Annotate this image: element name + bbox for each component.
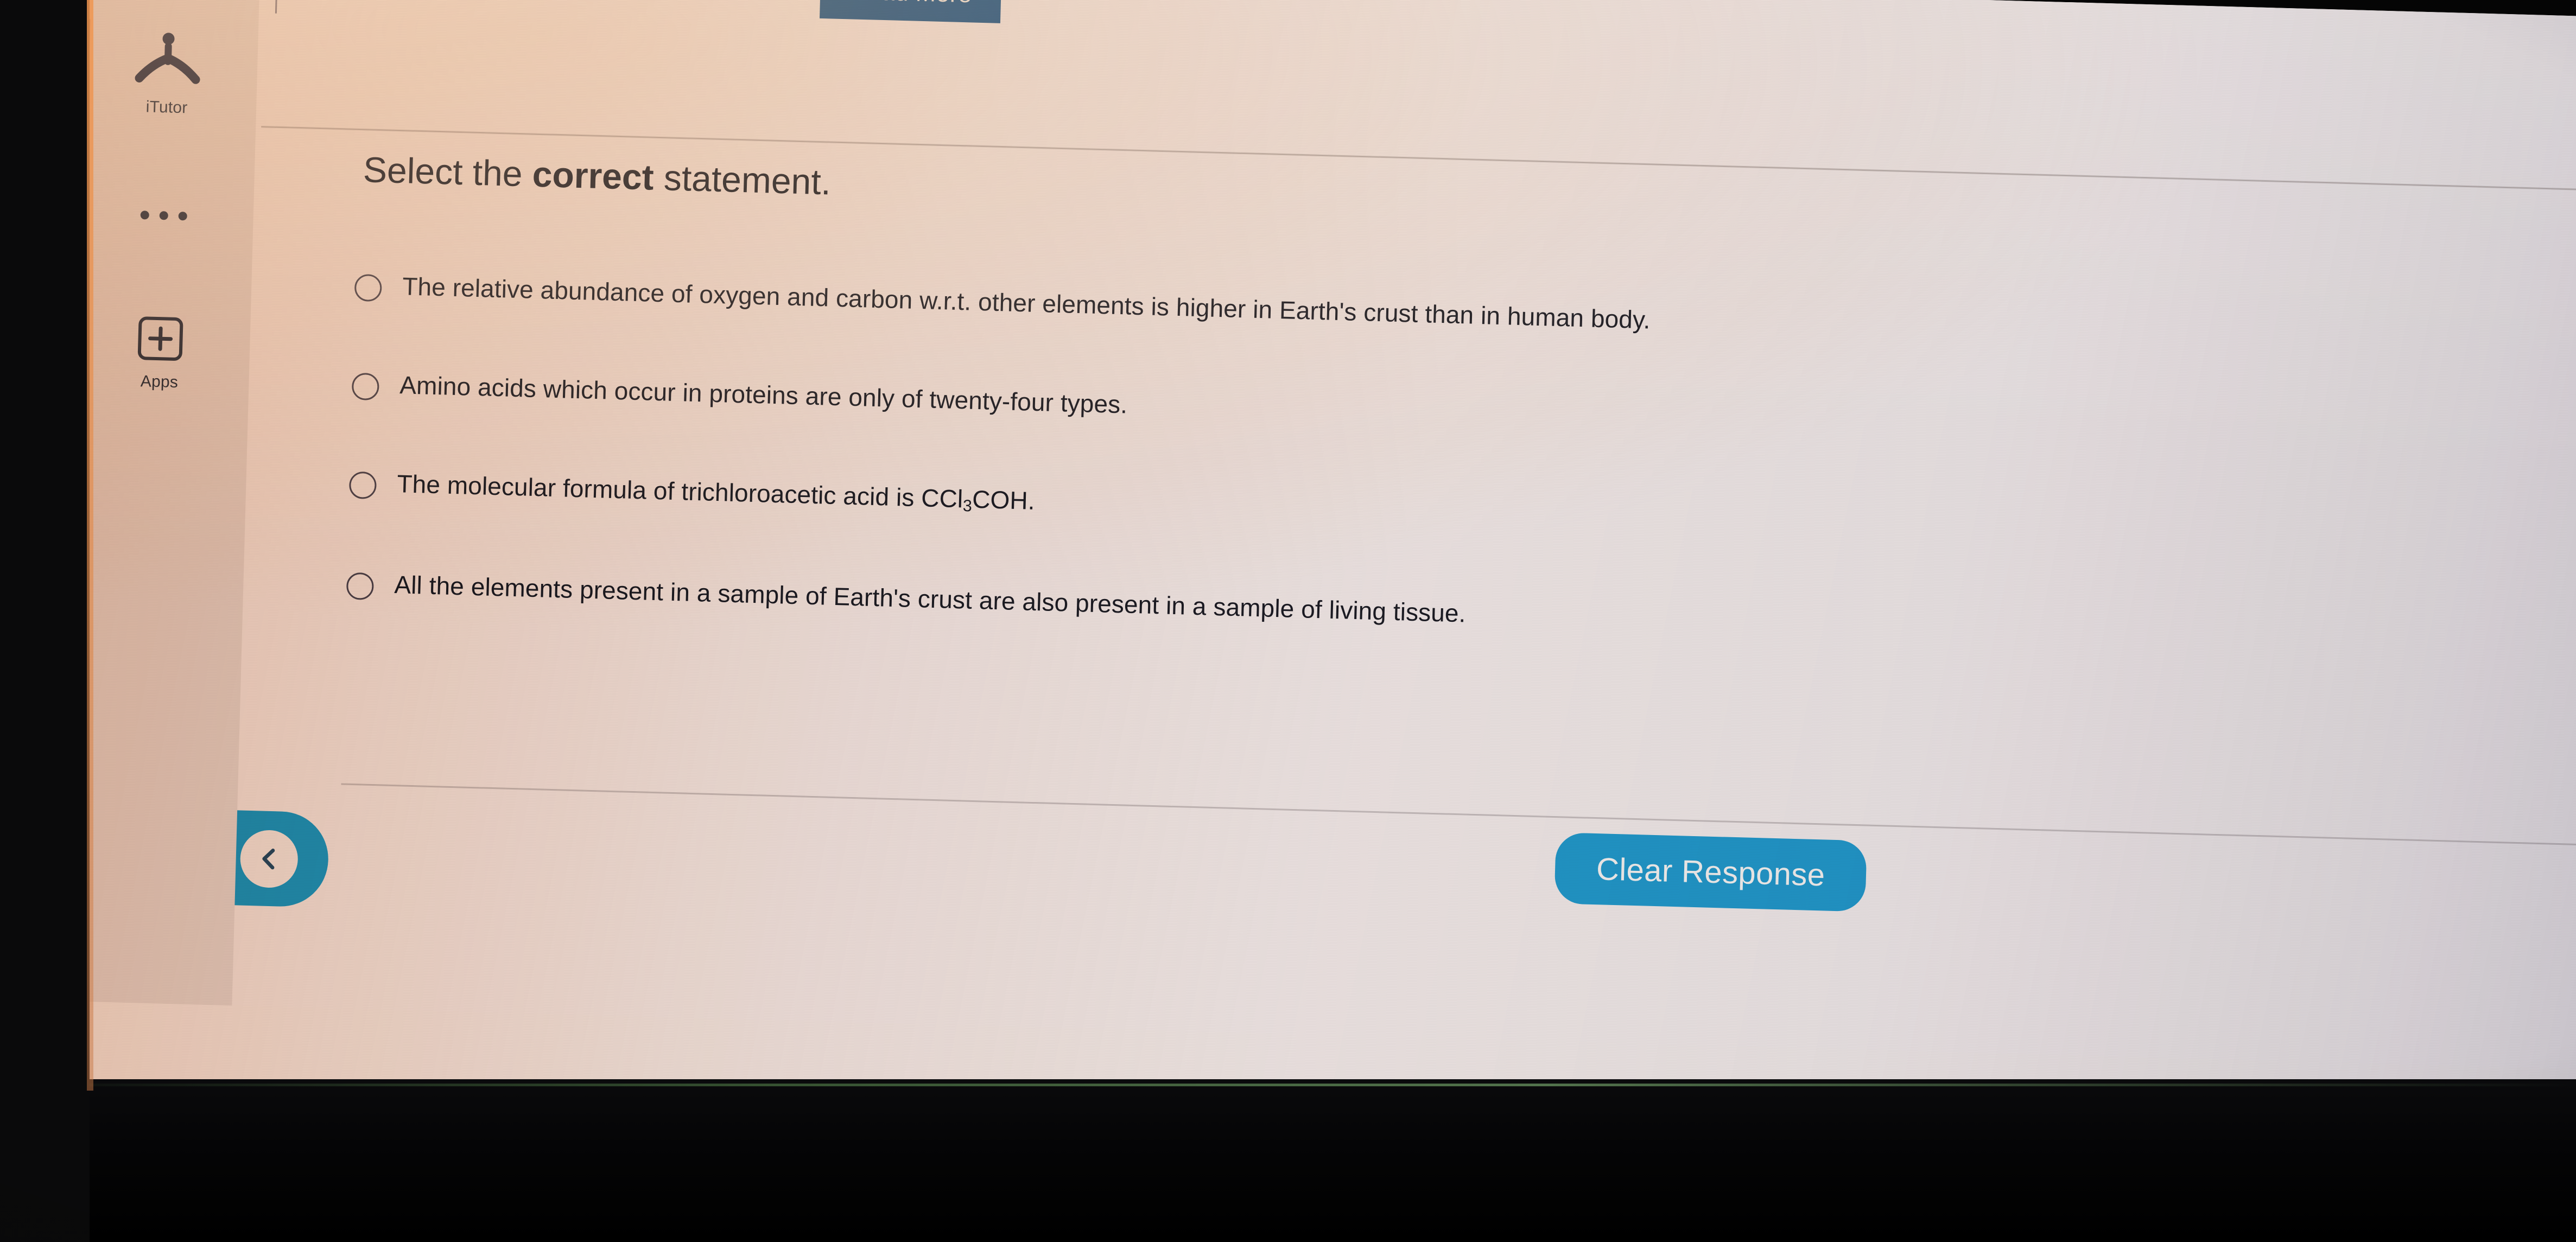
dot bbox=[159, 211, 168, 220]
option-3-formula-subscript: 3 bbox=[962, 497, 973, 515]
question-content-panel: questions. Each question has 4 choices (… bbox=[55, 0, 2576, 1070]
option-label-1: The relative abundance of oxygen and car… bbox=[402, 272, 1651, 334]
option-label-2: Amino acids which occur in proteins are … bbox=[399, 371, 1128, 419]
radio-button-option-3[interactable] bbox=[348, 471, 377, 500]
dot bbox=[140, 211, 149, 220]
option-row-2[interactable]: Amino acids which occur in proteins are … bbox=[351, 367, 2576, 461]
option-row-1[interactable]: The relative abundance of oxygen and car… bbox=[354, 268, 2576, 362]
question-title-suffix: statement. bbox=[653, 157, 832, 202]
left-bezel bbox=[0, 0, 90, 1242]
itutor-icon bbox=[135, 33, 200, 84]
answer-options-list: The relative abundance of oxygen and car… bbox=[344, 268, 2576, 725]
more-options-icon[interactable] bbox=[140, 211, 187, 221]
read-more-button[interactable]: Read More bbox=[820, 0, 1003, 23]
option-label-4: All the elements present in a sample of … bbox=[394, 570, 1467, 628]
bottom-bezel bbox=[0, 1079, 2576, 1242]
question-title-emphasis: correct bbox=[531, 154, 655, 198]
chevron-left-icon bbox=[239, 829, 299, 888]
footer-divider bbox=[341, 783, 2576, 847]
question-title-prefix: Select the bbox=[363, 149, 533, 194]
laptop-screen-photo: OneDrive iTutor Ap bbox=[0, 0, 2576, 1242]
radio-button-option-2[interactable] bbox=[351, 372, 380, 401]
quiz-application: OneDrive iTutor Ap bbox=[49, 0, 2576, 1216]
dot bbox=[178, 212, 187, 221]
option-3-formula-post: COH. bbox=[972, 485, 1036, 515]
radio-button-option-1[interactable] bbox=[354, 273, 382, 302]
sidebar-item-itutor-label: iTutor bbox=[145, 98, 188, 117]
option-label-3: The molecular formula of trichloroacetic… bbox=[397, 467, 1036, 519]
option-row-4[interactable]: All the elements present in a sample of … bbox=[346, 566, 2576, 660]
option-3-formula-pre: The molecular formula of trichloroacetic… bbox=[396, 469, 963, 513]
sidebar-item-apps-label: Apps bbox=[140, 372, 179, 392]
clear-response-button[interactable]: Clear Response bbox=[1554, 832, 1868, 912]
question-title: Select the correct statement. bbox=[363, 149, 832, 202]
screen-area: OneDrive iTutor Ap bbox=[49, 0, 2576, 1216]
option-row-3[interactable]: The molecular formula of trichloroacetic… bbox=[348, 466, 2576, 562]
left-bezel-glint bbox=[87, 0, 93, 1091]
add-apps-icon[interactable] bbox=[134, 314, 187, 364]
radio-button-option-4[interactable] bbox=[346, 572, 375, 600]
instruction-panel: questions. Each question has 4 choices (… bbox=[275, 0, 2576, 78]
bezel-reflection bbox=[0, 1084, 2576, 1086]
